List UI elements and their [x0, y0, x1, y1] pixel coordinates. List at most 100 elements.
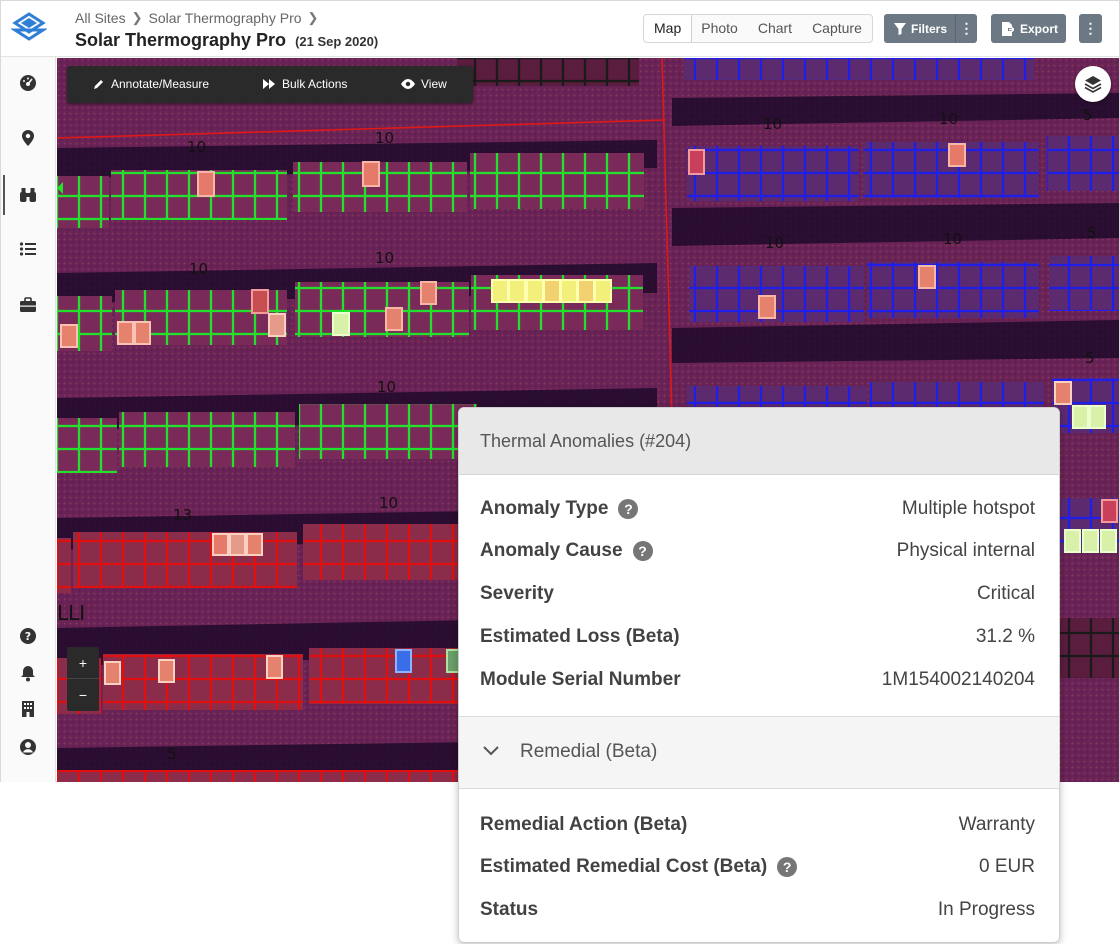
panel-row[interactable] — [299, 404, 477, 459]
detail-value: 1M154002140204 — [881, 669, 1035, 690]
detail-label: Estimated Loss (Beta) — [480, 626, 680, 647]
panel-row[interactable] — [1057, 618, 1119, 678]
chevron-right-icon: ❯ — [131, 10, 143, 25]
user-icon[interactable] — [18, 737, 38, 757]
anomaly-detail-card: Thermal Anomalies (#204) Anomaly Type? M… — [458, 407, 1060, 943]
dashboard-icon[interactable] — [18, 73, 38, 93]
location-pin-icon[interactable] — [18, 128, 38, 148]
panel-row[interactable] — [684, 58, 1034, 80]
map-label: 10 — [375, 249, 394, 267]
map-label: 10 — [377, 378, 396, 396]
panel-row[interactable] — [687, 146, 859, 201]
export-button[interactable]: Export — [991, 14, 1066, 43]
detail-value: Critical — [976, 583, 1035, 604]
detail-value: 31.2 % — [975, 626, 1035, 647]
zoom-in-button[interactable]: + — [67, 647, 99, 679]
map-label: 10 — [189, 260, 208, 278]
panel-row[interactable] — [457, 58, 639, 86]
filters-label: Filters — [911, 21, 948, 36]
tab-chart[interactable]: Chart — [748, 15, 802, 42]
zoom-out-button[interactable]: − — [67, 679, 99, 711]
svg-text:?: ? — [25, 630, 31, 643]
remedial-section-toggle[interactable]: Remedial (Beta) — [459, 716, 1059, 789]
panel-row[interactable] — [309, 648, 461, 704]
detail-label: Module Serial Number — [480, 669, 681, 690]
detail-label: Anomaly Type — [480, 498, 609, 519]
filters-more-icon[interactable]: ⋮ — [955, 14, 977, 43]
panel-row[interactable] — [470, 153, 644, 209]
panel-row[interactable] — [57, 538, 71, 593]
view-button[interactable]: View — [401, 77, 447, 91]
remedial-label: Estimated Remedial Cost (Beta) — [480, 856, 768, 877]
fast-forward-icon — [263, 79, 275, 89]
detail-label: Severity — [480, 583, 554, 604]
map-label: 10 — [187, 138, 206, 156]
remedial-value: 0 EUR — [979, 856, 1035, 877]
remedial-label: Remedial Action (Beta) — [480, 814, 688, 835]
map-label: 5 — [1083, 106, 1093, 124]
zoom-control: + − — [67, 647, 99, 711]
briefcase-icon[interactable] — [18, 295, 38, 315]
remedial-value: Warranty — [958, 814, 1035, 835]
funnel-icon — [894, 22, 906, 35]
filters-button[interactable]: Filters ⋮ — [884, 14, 977, 43]
tab-map[interactable]: Map — [644, 15, 692, 42]
detail-label: Anomaly Cause — [480, 540, 623, 561]
card-title: Thermal Anomalies (#204) — [459, 408, 1059, 475]
tab-capture[interactable]: Capture — [802, 15, 872, 42]
detail-row: Anomaly Type? Multiple hotspot — [480, 494, 1035, 524]
more-options-icon[interactable]: ⋮ — [1079, 14, 1102, 43]
chevron-right-icon: ❯ — [307, 10, 319, 25]
chevron-down-icon — [483, 746, 499, 756]
app-logo-icon[interactable] — [11, 11, 47, 47]
panel-row[interactable] — [867, 262, 1039, 318]
annotate-label: Annotate/Measure — [111, 77, 210, 91]
annotate-measure-button[interactable]: Annotate/Measure — [93, 77, 209, 91]
export-icon — [1002, 21, 1014, 36]
remedial-label: Status — [480, 899, 539, 920]
remedial-row: Status In Progress — [480, 895, 1035, 925]
bulk-actions-button[interactable]: Bulk Actions — [263, 77, 347, 91]
panel-row[interactable] — [295, 282, 469, 337]
map-label: LLI — [57, 601, 85, 625]
remedial-title: Remedial (Beta) — [520, 741, 658, 762]
help-icon[interactable]: ? — [18, 626, 38, 646]
map-label: 5 — [1085, 349, 1095, 367]
panel-row[interactable] — [303, 524, 461, 580]
list-icon[interactable] — [18, 239, 38, 259]
breadcrumb-site[interactable]: Solar Thermography Pro — [148, 10, 301, 26]
breadcrumb-all-sites[interactable]: All Sites — [75, 10, 126, 26]
panel-row[interactable] — [57, 770, 461, 782]
remedial-row: Remedial Action (Beta) Warranty — [480, 810, 1035, 840]
panel-row[interactable] — [57, 176, 109, 228]
detail-row: Module Serial Number 1M154002140204 — [480, 665, 1035, 695]
panel-row[interactable] — [73, 532, 297, 588]
building-icon[interactable] — [18, 699, 38, 719]
help-icon[interactable]: ? — [632, 541, 653, 561]
binoculars-icon[interactable] — [18, 185, 38, 205]
bell-icon[interactable] — [18, 663, 38, 683]
panel-row[interactable] — [689, 266, 864, 322]
remedial-value: In Progress — [937, 899, 1035, 920]
left-sidebar: ? — [1, 57, 56, 782]
help-icon[interactable]: ? — [618, 499, 639, 519]
page-date: (21 Sep 2020) — [295, 34, 379, 49]
map-label: 10 — [375, 129, 394, 147]
panel-row[interactable] — [119, 412, 295, 467]
detail-value: Physical internal — [896, 540, 1035, 561]
map-label: 10 — [763, 115, 782, 133]
map-label: 10 — [379, 494, 398, 512]
pencil-icon — [94, 80, 103, 89]
remedial-row: Estimated Remedial Cost (Beta)? 0 EUR — [480, 852, 1035, 882]
page-title-text: Solar Thermography Pro — [75, 30, 287, 50]
panel-row[interactable] — [57, 418, 117, 473]
tab-photo[interactable]: Photo — [691, 15, 748, 42]
panel-row[interactable] — [1049, 256, 1119, 311]
panel-row[interactable] — [1047, 136, 1119, 191]
help-icon[interactable]: ? — [777, 857, 798, 877]
map-label: 10 — [943, 230, 962, 248]
map-label: 5 — [167, 745, 177, 763]
detail-row: Severity Critical — [480, 579, 1035, 609]
map-label: 10 — [765, 234, 784, 252]
layers-icon[interactable] — [1075, 66, 1111, 102]
